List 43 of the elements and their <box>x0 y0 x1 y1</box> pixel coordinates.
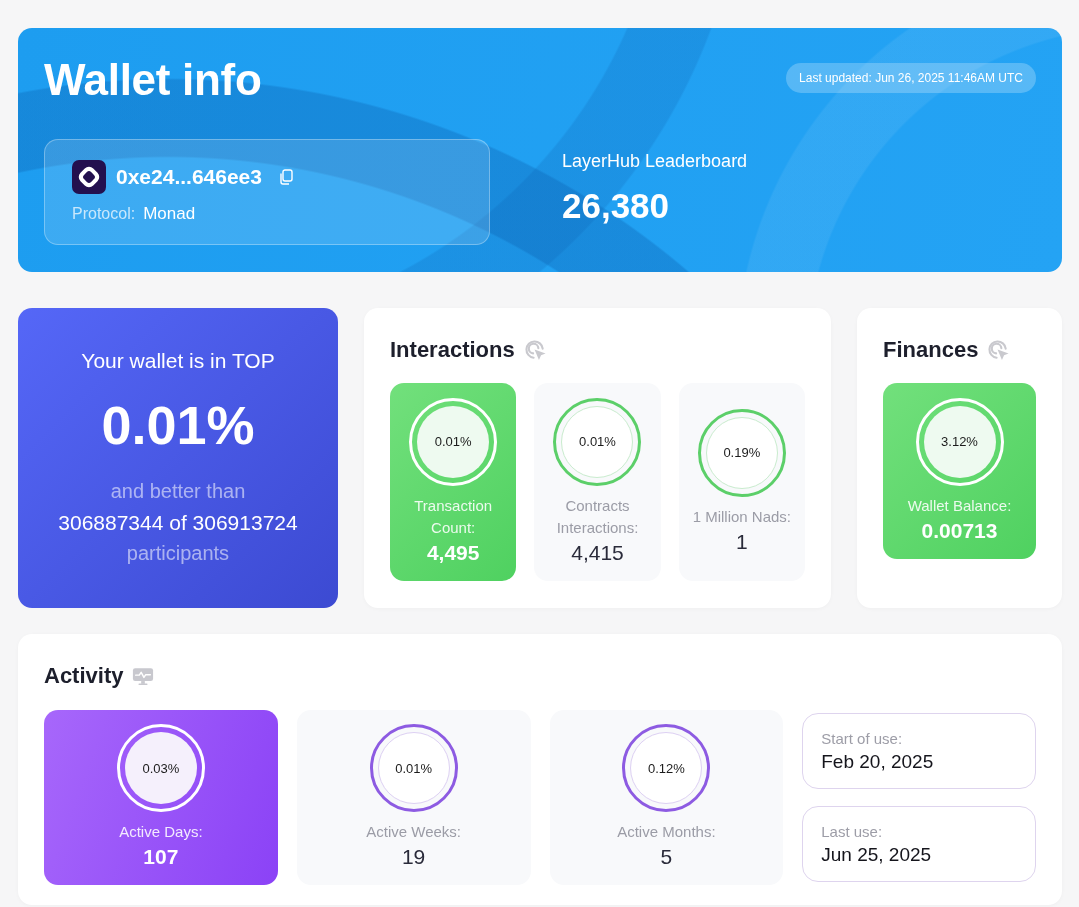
stat-label: Contracts Interactions: <box>555 495 640 538</box>
protocol-name: Monad <box>143 204 196 224</box>
date-label: Start of use: <box>821 729 904 747</box>
section-title: Interactions <box>390 337 515 363</box>
stat-label: Active Months: <box>617 822 716 842</box>
percentile-value: 0.01% <box>561 405 634 478</box>
protocol-label: Protocol: <box>72 205 136 223</box>
stat-label: 1 Million Nads: <box>692 506 791 527</box>
stat-value: 4,415 <box>571 539 624 566</box>
percentile-value: 3.12% <box>923 405 996 478</box>
rank-summary: and better than 306887344 of 306913724 participants <box>58 478 298 566</box>
percentile-value: 0.12% <box>630 732 703 804</box>
cursor-click-icon <box>987 338 1011 362</box>
leaderboard-label: LayerHub Leaderboard <box>562 150 748 172</box>
protocol-logo-icon <box>72 160 106 194</box>
leaderboard-rank: 26,380 <box>562 185 671 226</box>
percentile-value: 0.01% <box>377 732 450 804</box>
wallet-address: 0xe24...646ee3 <box>116 165 262 189</box>
stat-value: 4,495 <box>426 539 480 566</box>
stat-value: 19 <box>401 844 426 870</box>
percentile-value: 0.19% <box>705 416 778 489</box>
stat-label: Active Days: <box>119 822 203 842</box>
date-value: Feb 20, 2025 <box>821 750 935 773</box>
section-title: Activity <box>44 663 124 689</box>
page-title: Wallet info <box>44 54 262 106</box>
percentile-value: 0.03% <box>124 732 197 804</box>
rank-heading: Your wallet is in TOP <box>81 347 275 374</box>
rank-percent: 0.01% <box>101 393 255 456</box>
copy-icon[interactable] <box>279 169 293 185</box>
stat-label: Active Weeks: <box>366 822 461 842</box>
last-updated-badge: Last updated: Jun 26, 2025 11:46AM UTC <box>786 63 1036 94</box>
percentile-value: 0.01% <box>417 405 490 478</box>
stat-label: Wallet Balance: <box>907 495 1012 516</box>
date-value: Jun 25, 2025 <box>821 843 933 866</box>
cursor-click-icon <box>523 338 547 362</box>
date-label: Last use: <box>821 822 884 840</box>
monitor-pulse-icon <box>132 666 155 686</box>
stat-value: 5 <box>660 844 673 870</box>
stat-label: Transaction Count: <box>413 495 494 538</box>
stat-value: 107 <box>143 844 179 870</box>
stat-value: 0.00713 <box>921 517 998 544</box>
stat-value: 1 <box>736 528 748 555</box>
section-title: Finances <box>883 337 979 363</box>
